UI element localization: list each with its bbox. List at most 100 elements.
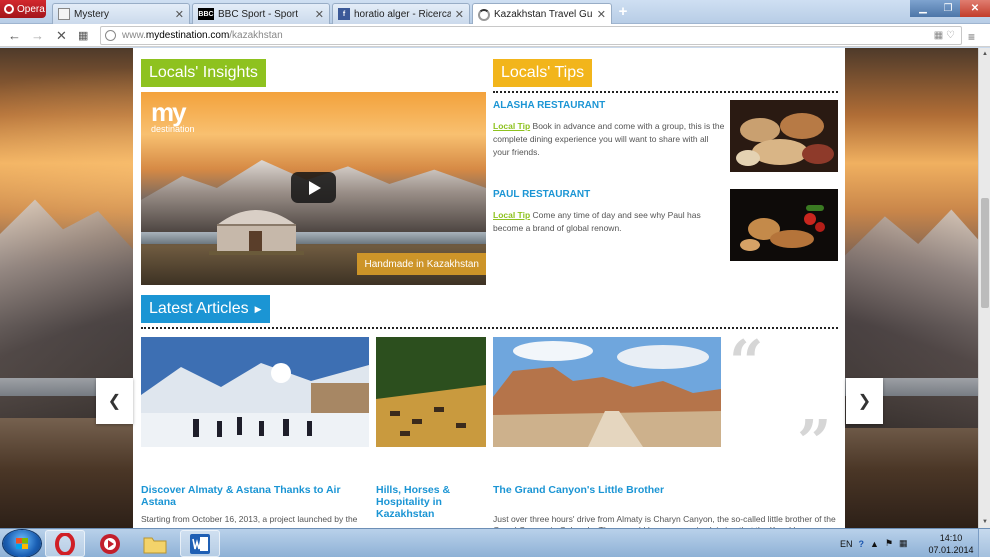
yurt-illustration — [209, 210, 304, 255]
vertical-scrollbar[interactable]: ▲ ▼ — [978, 48, 990, 528]
tip-item-alasha: ALASHA RESTAURANT Local Tip Book in adva… — [493, 100, 725, 159]
url-path: /kazakhstan — [229, 30, 283, 41]
video-lake — [141, 232, 486, 244]
maximize-button[interactable]: ❐ — [936, 0, 960, 17]
taskbar-media-player[interactable] — [90, 530, 130, 557]
locals-insights-label: Locals' Insights — [149, 64, 258, 81]
video-caption: Handmade in Kazakhstan — [357, 253, 486, 275]
page-icon — [58, 8, 70, 20]
locals-insights-heading: Locals' Insights — [141, 59, 266, 87]
article-title-link[interactable]: Discover Almaty & Astana Thanks to Air A… — [141, 484, 351, 508]
article-excerpt: Starting from October 16, 2013, a projec… — [141, 514, 358, 524]
page-viewport: Locals' Insights my destination Handmade… — [0, 48, 978, 528]
tip-body: Local Tip Come any time of day and see w… — [493, 209, 725, 235]
paul-bakery-photo[interactable] — [730, 189, 838, 261]
play-button[interactable] — [291, 172, 336, 203]
scroll-down-arrow-icon[interactable]: ▼ — [979, 516, 990, 528]
article-title-link[interactable]: The Grand Canyon's Little Brother — [493, 484, 838, 496]
word-icon — [190, 533, 210, 554]
minimize-button[interactable]: ▁ — [910, 0, 936, 17]
facebook-icon: f — [338, 8, 350, 20]
logo-destination-text: destination — [151, 124, 195, 134]
close-tab-icon[interactable]: ✕ — [315, 8, 324, 21]
language-indicator[interactable]: EN — [840, 539, 853, 549]
chevron-left-icon: ❮ — [107, 393, 122, 410]
tab-horatio-alger[interactable]: f horatio alger - Ricerca di F ✕ — [332, 3, 470, 24]
tab-title: Mystery — [74, 8, 109, 20]
new-tab-button[interactable]: + — [615, 4, 631, 20]
show-hidden-icons-arrow-icon[interactable]: ▲ — [870, 539, 879, 549]
folder-icon — [143, 537, 167, 553]
url-host-prefix: www. — [122, 30, 146, 41]
tab-bbc-sport[interactable]: BBC BBC Sport - Sport ✕ — [192, 3, 330, 24]
scroll-up-arrow-icon[interactable]: ▲ — [979, 48, 990, 60]
system-tray: EN ? ▲ ⚑ ▦ — [840, 529, 908, 557]
taskbar-file-explorer[interactable] — [135, 530, 175, 557]
site-info-icon[interactable] — [105, 30, 116, 41]
browser-tab-bar: Opera Mystery ✕ BBC BBC Sport - Sport ✕ … — [0, 0, 990, 25]
article-image-horses[interactable] — [376, 337, 486, 447]
show-desktop-button[interactable] — [978, 529, 990, 557]
latest-articles-heading[interactable]: Latest Articles ▶ — [141, 295, 270, 323]
close-tab-icon[interactable]: ✕ — [597, 8, 606, 21]
network-icon[interactable]: ▦ — [899, 538, 908, 549]
windows-logo-icon — [16, 538, 28, 549]
close-tab-icon[interactable]: ✕ — [175, 8, 184, 21]
logo-my-text: my — [151, 97, 187, 127]
action-center-flag-icon[interactable]: ⚑ — [885, 538, 893, 549]
chevron-right-icon: ❯ — [857, 393, 872, 410]
forward-arrow-icon[interactable]: → — [31, 28, 44, 43]
back-arrow-icon[interactable]: ← — [8, 28, 21, 43]
help-icon[interactable]: ? — [859, 539, 865, 549]
close-tab-icon[interactable]: ✕ — [455, 8, 464, 21]
tab-title: horatio alger - Ricerca di F — [354, 8, 451, 20]
tab-kazakhstan-travel-guide[interactable]: Kazakhstan Travel Guide - ✕ — [472, 3, 612, 25]
loading-icon — [478, 8, 490, 21]
article-title-link[interactable]: Hills, Horses & Hospitality in Kazakhsta… — [376, 484, 486, 520]
play-icon — [309, 180, 321, 195]
speed-dial-grid-icon[interactable]: ▦ — [78, 29, 88, 42]
stop-loading-icon[interactable]: ✕ — [56, 28, 67, 44]
mydestination-logo: my destination — [151, 97, 195, 134]
tab-mystery[interactable]: Mystery ✕ — [52, 3, 190, 24]
start-button[interactable] — [3, 530, 41, 557]
article-excerpt: Just over three hours' drive from Almaty… — [493, 514, 836, 528]
local-tip-link[interactable]: Local Tip — [493, 121, 530, 131]
local-tip-link[interactable]: Local Tip — [493, 210, 530, 220]
locals-tips-label: Locals' Tips — [501, 64, 585, 81]
opera-menu-button[interactable]: Opera — [0, 0, 46, 18]
close-window-button[interactable]: ✕ — [960, 0, 990, 17]
address-toolbar: ← → ✕ ▦ www. mydestination.com/kazakhstan… — [0, 24, 990, 47]
url-field[interactable]: www. mydestination.com/kazakhstan ▦ ♡ — [100, 26, 962, 45]
open-quote-icon: “ — [729, 328, 764, 398]
clock-date: 07.01.2014 — [928, 545, 974, 555]
main-content: Locals' Insights my destination Handmade… — [133, 48, 845, 528]
locals-tips-heading: Locals' Tips — [493, 59, 593, 87]
carousel-prev-button[interactable]: ❮ — [96, 378, 133, 424]
tip-title-link[interactable]: ALASHA RESTAURANT — [493, 100, 725, 111]
carousel-next-button[interactable]: ❯ — [846, 378, 883, 424]
taskbar-opera[interactable] — [45, 530, 85, 557]
clock-time: 14:10 — [939, 533, 963, 543]
triangle-right-icon: ▶ — [254, 303, 262, 314]
bookmark-heart-icon[interactable]: ▦ ♡ — [934, 30, 955, 41]
media-player-icon — [100, 533, 120, 554]
tab-title: BBC Sport - Sport — [218, 8, 299, 20]
tab-title: Kazakhstan Travel Guide - — [494, 9, 593, 20]
opera-logo-icon — [4, 4, 14, 14]
taskbar-word[interactable] — [180, 530, 220, 557]
tip-item-paul: PAUL RESTAURANT Local Tip Come any time … — [493, 189, 725, 235]
video-player[interactable]: my destination Handmade in Kazakhstan — [141, 92, 486, 285]
taskbar-clock[interactable]: 14:10 07.01.2014 — [928, 532, 974, 556]
menu-lines-icon[interactable]: ≡ — [968, 30, 975, 44]
close-quote-icon: ” — [797, 408, 832, 478]
url-domain: mydestination.com — [145, 30, 230, 41]
alasha-food-photo[interactable] — [730, 100, 838, 172]
bbc-icon: BBC — [198, 8, 214, 20]
windows-taskbar: EN ? ▲ ⚑ ▦ 14:10 07.01.2014 — [0, 528, 990, 557]
opera-menu-label: Opera — [17, 3, 45, 15]
article-image-almaty[interactable] — [141, 337, 369, 447]
tip-title-link[interactable]: PAUL RESTAURANT — [493, 189, 725, 200]
article-image-canyon[interactable] — [493, 337, 721, 447]
scrollbar-thumb[interactable] — [981, 198, 989, 308]
